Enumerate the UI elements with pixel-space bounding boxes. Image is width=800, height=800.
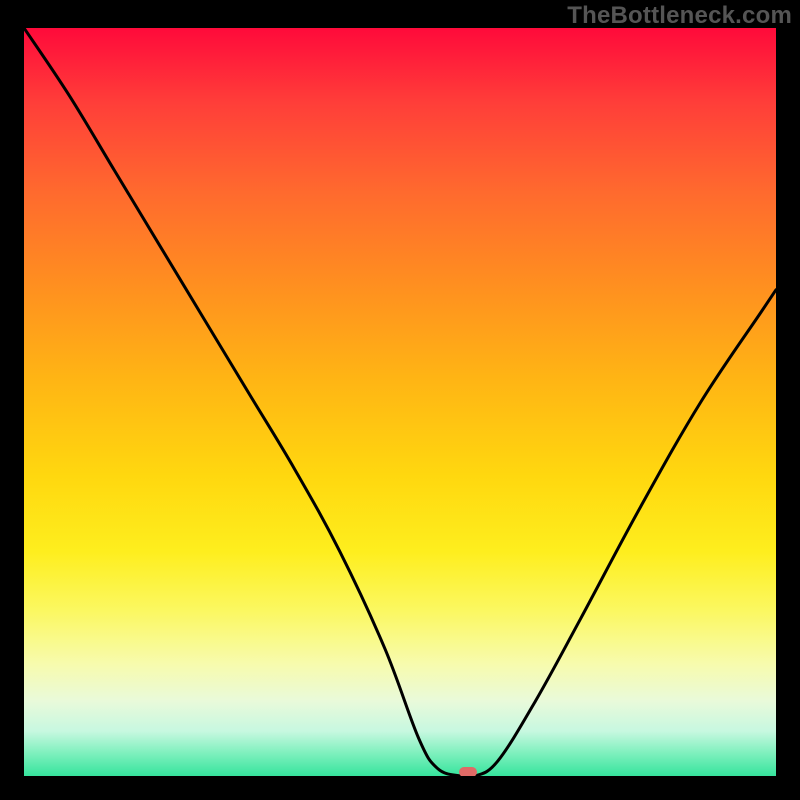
watermark-text: TheBottleneck.com bbox=[567, 2, 792, 30]
plot-area bbox=[24, 28, 776, 776]
chart-frame: TheBottleneck.com bbox=[0, 0, 800, 800]
bottleneck-curve bbox=[24, 28, 776, 776]
optimum-marker bbox=[459, 767, 477, 776]
curve-path bbox=[24, 28, 776, 776]
